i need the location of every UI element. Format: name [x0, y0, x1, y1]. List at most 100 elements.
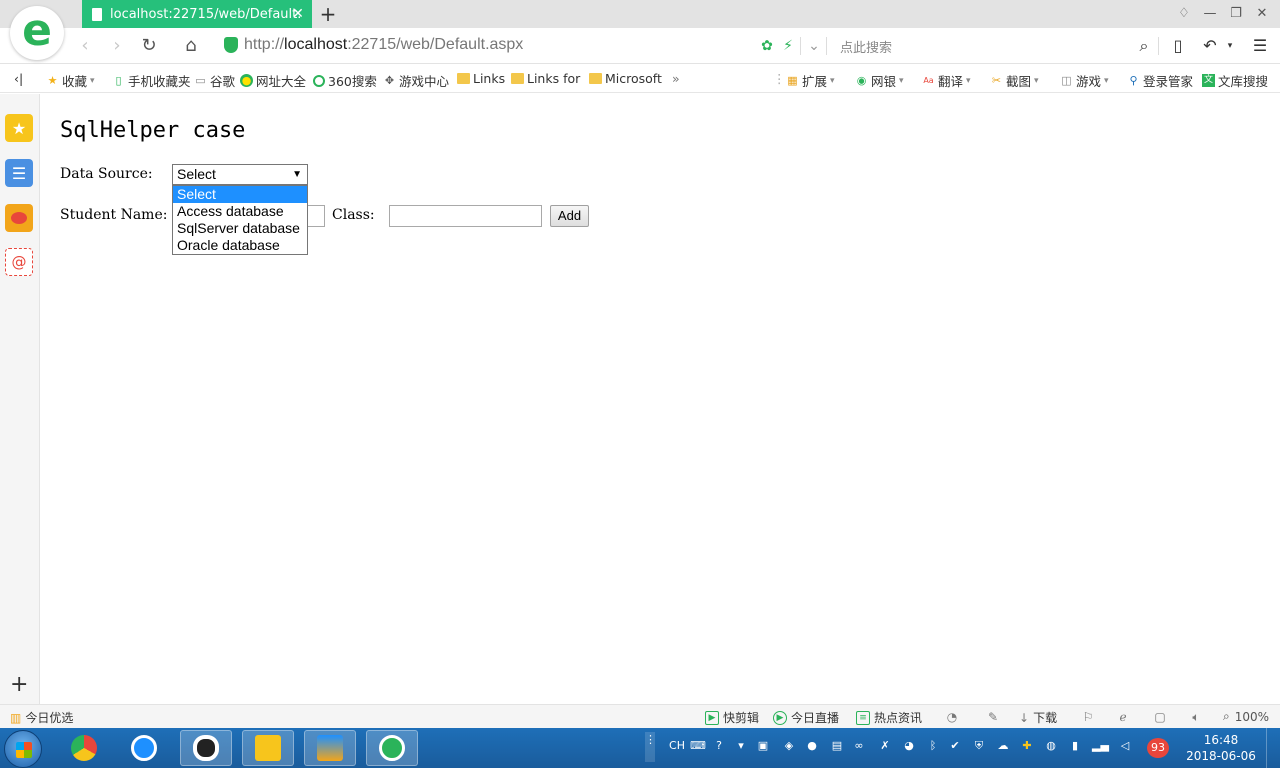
- wechat-icon[interactable]: ◍: [1044, 738, 1058, 754]
- network-monitor-icon[interactable]: ▤: [830, 738, 844, 754]
- reload-button[interactable]: ↻: [138, 35, 160, 57]
- display-icon[interactable]: ▣: [756, 738, 770, 754]
- ie-mode-icon[interactable]: ℯ: [1115, 709, 1131, 725]
- divider: [1158, 37, 1159, 55]
- bookmark-google[interactable]: ▭ 谷歌: [194, 71, 235, 90]
- option-select[interactable]: Select: [173, 186, 307, 203]
- qq-tray-icon[interactable]: ◕: [902, 738, 916, 754]
- secure-shield-icon[interactable]: [224, 37, 238, 53]
- speed-icon[interactable]: ◔: [944, 709, 960, 725]
- mail-icon[interactable]: @: [5, 248, 33, 276]
- clock[interactable]: 16:48 2018-06-06: [1184, 732, 1258, 764]
- new-tab-button[interactable]: +: [318, 3, 338, 25]
- quick-edit-button[interactable]: ▶ 快剪辑: [705, 709, 759, 726]
- address-input[interactable]: http://localhost:22715/web/Default.aspx: [244, 36, 523, 54]
- taskbar-app-archive[interactable]: [304, 730, 356, 766]
- signal-icon[interactable]: ▂▄: [1092, 738, 1109, 754]
- play-icon: ▶: [773, 710, 787, 725]
- tab-active[interactable]: localhost:22715/web/Default.aspx ✕: [82, 0, 312, 28]
- lightning-icon[interactable]: ⚡: [780, 38, 796, 54]
- forward-button[interactable]: ›: [106, 35, 128, 57]
- close-tab-icon[interactable]: ✕: [290, 6, 306, 22]
- screenshot-button[interactable]: ✂ 截图 ▾: [990, 71, 1039, 90]
- option-sqlserver[interactable]: SqlServer database: [173, 220, 307, 237]
- translate-button[interactable]: Aa 翻译 ▾: [922, 71, 970, 90]
- taskbar-app-qq[interactable]: [180, 730, 232, 766]
- weibo-icon[interactable]: [5, 204, 33, 232]
- page-content: SqlHelper case Data Source: Select ▼ Sel…: [41, 94, 1280, 704]
- flag-icon[interactable]: ⚐: [1080, 709, 1096, 725]
- games-button[interactable]: ◫ 游戏 ▾: [1060, 71, 1108, 90]
- security-icon[interactable]: ✔: [948, 738, 962, 754]
- shirt-skin-icon[interactable]: ♢: [1174, 5, 1194, 23]
- browser-logo-icon[interactable]: e: [10, 6, 64, 60]
- link-icon[interactable]: ∞: [852, 738, 866, 754]
- search-input[interactable]: 点此搜索: [840, 37, 892, 56]
- home-button[interactable]: ⌂: [180, 35, 202, 57]
- maps-icon[interactable]: ◈: [782, 738, 796, 754]
- volume-icon[interactable]: 🔈︎: [1188, 709, 1204, 725]
- bookmark-mobile[interactable]: ▯ 手机收藏夹: [112, 71, 190, 90]
- chevron-down-icon[interactable]: ⌄: [806, 38, 822, 54]
- close-window-button[interactable]: ✕: [1252, 5, 1272, 23]
- restore-button[interactable]: ❐: [1226, 5, 1246, 23]
- chevron-down-icon[interactable]: ▾: [1220, 36, 1240, 56]
- keyboard-icon[interactable]: ⌨: [690, 738, 706, 754]
- window-icon[interactable]: ▢: [1152, 709, 1168, 725]
- undo-icon[interactable]: ↶: [1200, 36, 1220, 56]
- shield-icon[interactable]: ⛨: [972, 738, 986, 754]
- option-access[interactable]: Access database: [173, 203, 307, 220]
- plus-icon[interactable]: ✚: [1020, 738, 1034, 754]
- mobile-icon[interactable]: ▯: [1168, 36, 1188, 56]
- bookmark-hao[interactable]: ● 网址大全: [240, 71, 306, 90]
- taskbar-app-chrome[interactable]: [58, 730, 110, 766]
- reading-list-icon[interactable]: ☰: [5, 159, 33, 187]
- blocked-icon[interactable]: ✗: [878, 738, 892, 754]
- live-button[interactable]: ▶ 今日直播: [773, 709, 839, 726]
- bookmark-links-for[interactable]: Links for: [511, 71, 580, 86]
- extensions-button[interactable]: ▦ 扩展 ▾: [786, 71, 834, 90]
- back-button[interactable]: ‹: [74, 35, 96, 57]
- usb-icon[interactable]: ▮: [1068, 738, 1082, 754]
- login-manager-button[interactable]: ⚲ 登录管家: [1127, 71, 1193, 90]
- today-picks-button[interactable]: ▥ 今日优选: [10, 709, 73, 726]
- more-bookmarks-button[interactable]: »: [672, 71, 680, 86]
- wenku-search-button[interactable]: 文文库搜搜: [1202, 71, 1268, 90]
- pin-icon[interactable]: ✎: [985, 709, 1001, 725]
- bookmark-links[interactable]: Links: [457, 71, 505, 86]
- minimize-button[interactable]: —: [1200, 5, 1220, 23]
- download-button[interactable]: ↓ 下载: [1019, 709, 1057, 726]
- help-icon[interactable]: ?: [712, 738, 726, 754]
- settings-icon[interactable]: ▾: [734, 738, 748, 754]
- cloud-icon[interactable]: ☁: [996, 738, 1010, 754]
- bookmark-microsoft[interactable]: Microsoft: [589, 71, 662, 86]
- taskbar-app-vs[interactable]: [242, 730, 294, 766]
- speaker-icon[interactable]: ◁: [1118, 738, 1132, 754]
- class-input[interactable]: [389, 205, 542, 227]
- bookmark-360search[interactable]: 360搜索: [313, 71, 377, 90]
- sidebar-toggle-icon[interactable]: ‹|: [14, 71, 23, 86]
- show-desktop-button[interactable]: [1266, 728, 1280, 768]
- add-sidebar-item-button[interactable]: +: [10, 674, 28, 696]
- option-oracle[interactable]: Oracle database: [173, 237, 307, 254]
- start-button[interactable]: [4, 730, 42, 768]
- taskbar-app-ie[interactable]: [118, 730, 170, 766]
- add-button[interactable]: Add: [550, 205, 589, 227]
- menu-icon[interactable]: ☰: [1250, 36, 1270, 56]
- zoom-level[interactable]: ⌕ 100%: [1223, 709, 1269, 724]
- favorites-star-icon[interactable]: ★: [5, 114, 33, 142]
- bluetooth-icon[interactable]: ᛒ: [926, 738, 940, 754]
- search-icon[interactable]: ⌕: [1134, 36, 1154, 56]
- bank-button[interactable]: ◉ 网银 ▾: [855, 71, 904, 90]
- 360-safe-icon[interactable]: ●: [805, 738, 819, 754]
- 360-icon: [313, 74, 325, 87]
- input-lang[interactable]: CH: [668, 738, 686, 754]
- bookmark-favorites[interactable]: ★ 收藏 ▾: [46, 71, 95, 90]
- speed-mode-icon[interactable]: ✿: [759, 38, 775, 54]
- notification-badge[interactable]: 93: [1147, 738, 1169, 758]
- scroll-taskbar-icon[interactable]: ⋮: [645, 732, 656, 762]
- hot-news-button[interactable]: ≡ 热点资讯: [856, 709, 922, 726]
- taskbar-app-360browser[interactable]: [366, 730, 418, 766]
- bookmark-games[interactable]: ✥ 游戏中心: [383, 71, 449, 90]
- data-source-select[interactable]: Select ▼: [172, 164, 308, 185]
